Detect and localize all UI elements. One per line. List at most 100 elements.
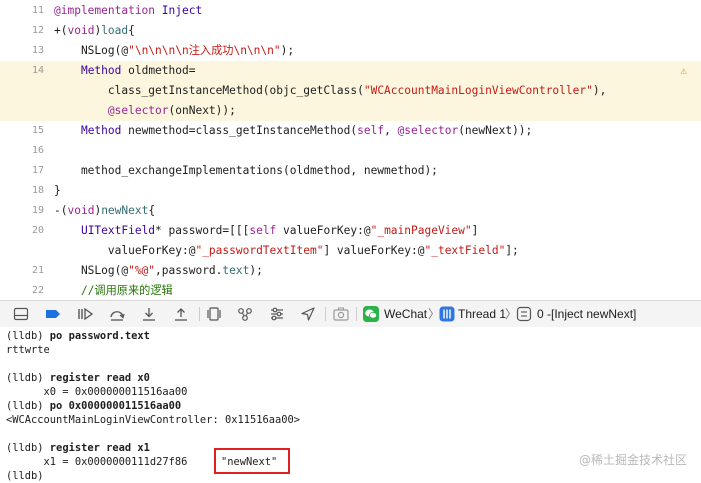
code-line[interactable]: 15 Method newmethod=class_getInstanceMet… — [0, 121, 701, 141]
toolbar-separator — [325, 307, 326, 321]
console-command-line: (lldb) — [6, 469, 44, 483]
warning-icon[interactable]: ⚠ — [680, 64, 687, 77]
code-line[interactable]: 19 -(void)newNext{ — [0, 201, 701, 221]
code-text: +(void)load{ — [54, 24, 135, 37]
code-line[interactable]: 16 — [0, 141, 701, 161]
line-gutter[interactable]: 17 — [0, 161, 48, 181]
code-text: } — [54, 184, 61, 197]
line-gutter[interactable]: 12 — [0, 21, 48, 41]
breadcrumb-frame[interactable]: 0 -[Inject newNext] — [537, 301, 636, 327]
console-output-line: rttwrte — [6, 343, 50, 357]
debug-view-hierarchy-icon[interactable] — [205, 305, 223, 323]
breadcrumb-thread[interactable]: Thread 1 — [458, 301, 506, 327]
line-number: 20 — [31, 225, 44, 236]
code-text: Method newmethod=class_getInstanceMethod… — [80, 124, 533, 137]
line-number: 12 — [31, 25, 44, 36]
line-gutter[interactable]: 18 — [0, 181, 48, 201]
line-number: 19 — [31, 205, 44, 216]
console-output-line: <WCAccountMainLoginViewController: 0x115… — [6, 413, 300, 427]
code-line[interactable]: 12 +(void)load{ — [0, 21, 701, 41]
line-number: 17 — [31, 165, 44, 176]
lldb-console[interactable]: "newNext" @稀土掘金技术社区 (lldb) po password.t… — [0, 327, 701, 482]
lldb-output: rttwrte — [6, 344, 50, 356]
line-number: 22 — [31, 285, 44, 296]
line-number: 11 — [31, 5, 44, 16]
code-text: valueForKey:@"_passwordTextItem"] valueF… — [54, 244, 519, 257]
line-number: 13 — [31, 45, 44, 56]
toolbar-separator — [356, 307, 357, 321]
lldb-prompt: (lldb) — [6, 442, 44, 454]
hide-debug-area-icon[interactable] — [12, 305, 30, 323]
code-text: class_getInstanceMethod(objc_getClass("W… — [54, 84, 607, 97]
lldb-prompt: (lldb) — [6, 470, 44, 482]
code-line[interactable]: 14 Method oldmethod= ⚠ — [0, 61, 701, 81]
code-text: Method oldmethod= — [80, 64, 196, 77]
line-gutter[interactable]: 19 — [0, 201, 48, 221]
code-text: //调用原来的逻辑 — [80, 284, 173, 297]
wechat-app-icon — [363, 306, 379, 322]
lldb-prompt: (lldb) — [6, 372, 44, 384]
lldb-command: register read x0 — [43, 372, 150, 384]
code-line[interactable]: class_getInstanceMethod(objc_getClass("W… — [0, 81, 701, 101]
environment-overrides-icon[interactable] — [268, 305, 286, 323]
console-command-line: (lldb) po password.text — [6, 329, 150, 343]
lldb-output: <WCAccountMainLoginViewController: 0x115… — [6, 414, 301, 426]
code-line[interactable]: 11 @implementation Inject — [0, 1, 701, 21]
code-line[interactable]: 20 UITextField* password=[[[self valueFo… — [0, 221, 701, 241]
line-gutter[interactable] — [0, 241, 48, 261]
code-line[interactable]: 21 NSLog(@"%@",password.text); — [0, 261, 701, 281]
thread-icon — [439, 306, 455, 322]
code-line[interactable]: 13 NSLog(@"\n\n\n\n注入成功\n\n\n"); — [0, 41, 701, 61]
simulate-location-icon[interactable] — [299, 305, 317, 323]
toolbar-separator — [199, 307, 200, 321]
code-line[interactable]: @selector(onNext)); — [0, 101, 701, 121]
line-number: 14 — [31, 65, 44, 76]
breadcrumb-app[interactable]: WeChat — [384, 301, 427, 327]
line-number: 16 — [31, 145, 44, 156]
code-line[interactable]: valueForKey:@"_passwordTextItem"] valueF… — [0, 241, 701, 261]
line-gutter[interactable]: 15 — [0, 121, 48, 141]
code-text: UITextField* password=[[[self valueForKe… — [80, 224, 479, 237]
code-line[interactable]: 22 //调用原来的逻辑 — [0, 281, 701, 301]
code-line[interactable]: 17 method_exchangeImplementations(oldmet… — [0, 161, 701, 181]
line-gutter[interactable]: 20 — [0, 221, 48, 241]
line-number: 15 — [31, 125, 44, 136]
console-output-line: x1 = 0x0000000111d27f86 — [6, 455, 188, 469]
step-out-icon[interactable] — [172, 305, 190, 323]
console-command-line: (lldb) po 0x000000011516aa00 — [6, 399, 181, 413]
lldb-output: x1 = 0x0000000111d27f86 — [6, 456, 188, 468]
step-over-icon[interactable] — [108, 305, 126, 323]
watermark: @稀土掘金技术社区 — [578, 453, 687, 467]
line-gutter[interactable]: 22 — [0, 281, 48, 301]
code-text: @implementation Inject — [54, 4, 203, 17]
line-gutter[interactable] — [0, 101, 48, 121]
breakpoints-toggle-icon[interactable] — [44, 305, 62, 323]
lldb-command: register read x1 — [43, 442, 150, 454]
line-number: 21 — [31, 265, 44, 276]
memory-graph-icon[interactable] — [236, 305, 254, 323]
code-text: NSLog(@"%@",password.text); — [54, 264, 263, 277]
line-gutter[interactable]: 13 — [0, 41, 48, 61]
step-into-icon[interactable] — [140, 305, 158, 323]
line-gutter[interactable] — [0, 81, 48, 101]
code-text: -(void)newNext{ — [54, 204, 156, 217]
camera-icon[interactable] — [332, 305, 350, 323]
lldb-prompt: (lldb) — [6, 400, 44, 412]
line-gutter[interactable]: 11 — [0, 1, 48, 21]
console-output-line: x0 = 0x000000011516aa00 — [6, 385, 188, 399]
highlighted-selector-value: "newNext" — [214, 448, 290, 474]
line-number: 18 — [31, 185, 44, 196]
code-text: method_exchangeImplementations(oldmethod… — [54, 164, 438, 177]
code-text: @selector(onNext)); — [107, 104, 236, 117]
selector-string: "newNext" — [221, 456, 278, 468]
code-line[interactable]: 18} — [0, 181, 701, 201]
code-text: NSLog(@"\n\n\n\n注入成功\n\n\n"); — [54, 44, 295, 57]
source-editor[interactable]: 11 @implementation Inject 12 +(void)load{ 13… — [0, 0, 701, 357]
continue-icon[interactable] — [76, 305, 94, 323]
lldb-command: po 0x000000011516aa00 — [43, 400, 182, 412]
line-gutter[interactable]: 14 — [0, 61, 48, 81]
line-gutter[interactable]: 16 — [0, 141, 48, 161]
stack-frame-icon — [516, 306, 532, 322]
debug-toolbar: WeChat 〉 Thread 1 〉 0 -[Inject newNext] — [0, 300, 701, 328]
line-gutter[interactable]: 21 — [0, 261, 48, 281]
